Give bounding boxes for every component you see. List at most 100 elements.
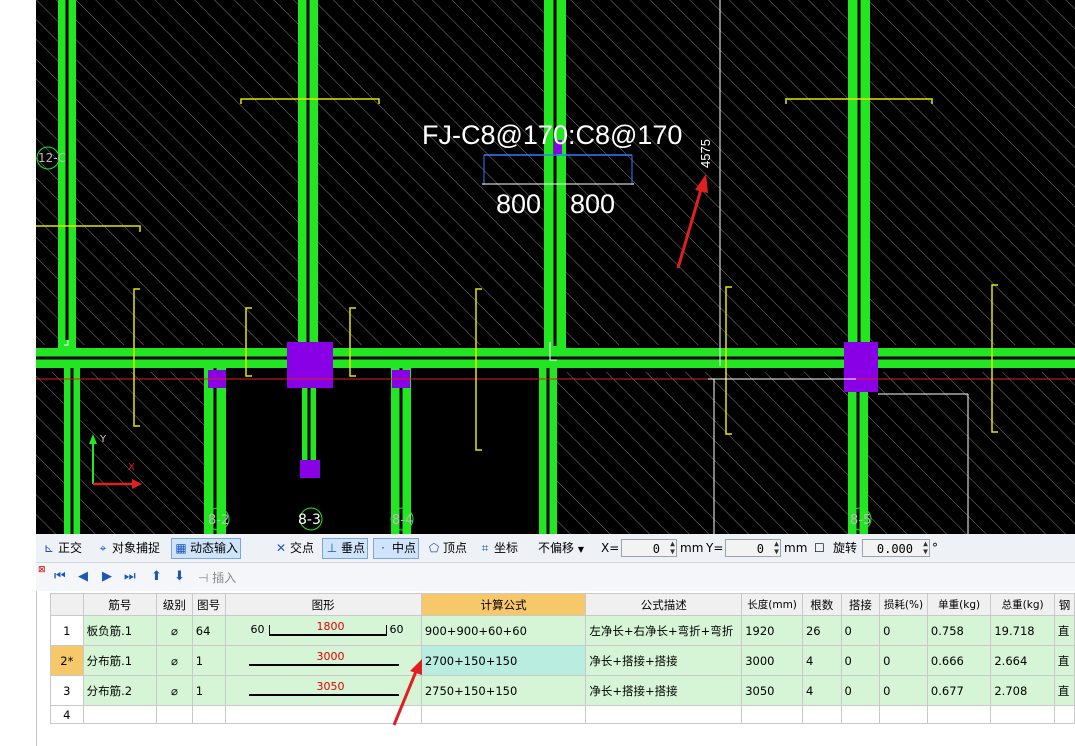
dynamic-input-toggle[interactable]: ▦ 动态输入 xyxy=(171,538,242,559)
header-cell[interactable]: 搭接 xyxy=(840,593,881,616)
cell-count[interactable]: 26 xyxy=(801,615,842,646)
row-number[interactable]: 4 xyxy=(50,705,84,724)
cell-type[interactable] xyxy=(1053,705,1075,724)
cell-name[interactable] xyxy=(82,705,158,724)
cell-formula[interactable]: 2750+150+150 xyxy=(420,675,587,706)
table-row[interactable]: 4 xyxy=(50,705,1075,724)
header-cell[interactable]: 公式描述 xyxy=(585,593,743,616)
cad-drawing-canvas[interactable]: FJ-C8@170:C8@170 800 800 4575 12-C 8-2 8… xyxy=(36,0,1075,534)
snap-vertex[interactable]: ⬠ 顶点 xyxy=(427,539,467,558)
cell-count[interactable] xyxy=(801,705,842,724)
rotate-input[interactable]: 0.000 ▲ ▼ xyxy=(862,539,930,557)
next-record-icon[interactable]: ▶ xyxy=(102,570,112,584)
cell-name[interactable]: 分布筋.1 xyxy=(82,645,158,676)
cell-figure[interactable] xyxy=(191,705,226,724)
cell-grade[interactable]: ⌀ xyxy=(156,615,193,646)
header-cell[interactable]: 单重(kg) xyxy=(926,593,992,616)
cell-length[interactable]: 1920 xyxy=(741,615,803,646)
header-cell[interactable]: 总重(kg) xyxy=(990,593,1055,616)
cell-length[interactable]: 3050 xyxy=(741,675,803,706)
rotate-checkbox[interactable]: ☐ xyxy=(814,539,825,558)
cell-grade[interactable]: ⌀ xyxy=(156,645,193,676)
cell-count[interactable]: 4 xyxy=(801,675,842,706)
cell-type[interactable]: 直 xyxy=(1053,615,1075,646)
cell-total-weight[interactable]: 2.708 xyxy=(990,675,1055,706)
cell-lap[interactable]: 0 xyxy=(840,645,881,676)
cell-description[interactable]: 左净长+右净长+弯折+弯折 xyxy=(585,615,743,646)
cell-shape[interactable]: 60 1800 60 xyxy=(224,615,422,646)
cell-formula[interactable] xyxy=(420,705,587,724)
cell-length[interactable] xyxy=(741,705,803,724)
y-label: Y= xyxy=(706,541,724,555)
spinner-icon[interactable]: ▲ ▼ xyxy=(774,540,779,556)
table-row[interactable]: 3 分布筋.2 ⌀ 1 3050 2750+150+150 净长+搭接+搭接 3… xyxy=(50,675,1075,706)
cell-name[interactable]: 分布筋.2 xyxy=(82,675,158,706)
x-coordinate-input[interactable]: 0 ▲ ▼ xyxy=(621,539,677,557)
header-cell[interactable]: 筋号 xyxy=(82,593,158,616)
cell-unit-weight[interactable]: 0.677 xyxy=(926,675,992,706)
cell-formula[interactable]: 2700+150+150 xyxy=(420,645,587,676)
ortho-toggle[interactable]: ⊾ 正交 xyxy=(42,539,82,558)
row-number[interactable]: 1 xyxy=(50,615,84,646)
cell-count[interactable]: 4 xyxy=(801,645,842,676)
row-number[interactable]: 3 xyxy=(50,675,84,706)
cell-unit-weight[interactable]: 0.666 xyxy=(926,645,992,676)
cell-figure[interactable]: 1 xyxy=(191,645,226,676)
snap-midpoint[interactable]: · 中点 xyxy=(373,538,420,559)
object-snap-toggle[interactable]: ⌖ 对象捕捉 xyxy=(96,539,160,558)
cell-loss[interactable]: 0 xyxy=(879,615,928,646)
cell-lap[interactable]: 0 xyxy=(840,615,881,646)
cell-total-weight[interactable] xyxy=(990,705,1055,724)
header-cell[interactable]: 钢 xyxy=(1053,593,1075,616)
row-number[interactable]: 2* xyxy=(50,645,84,676)
cell-length[interactable]: 3000 xyxy=(741,645,803,676)
panel-close-icon[interactable]: ⊠ xyxy=(38,565,46,575)
cell-loss[interactable]: 0 xyxy=(879,675,928,706)
snap-coordinate[interactable]: ⌗ 坐标 xyxy=(478,539,518,558)
cell-figure[interactable]: 1 xyxy=(191,675,226,706)
cell-lap[interactable] xyxy=(840,705,881,724)
cell-type[interactable]: 直 xyxy=(1053,675,1075,706)
cell-grade[interactable]: ⌀ xyxy=(156,675,193,706)
insert-button[interactable]: ⊣ 插入 xyxy=(198,569,236,588)
snap-perpendicular[interactable]: ⊥ 垂点 xyxy=(322,538,369,559)
cell-description[interactable] xyxy=(585,705,743,724)
cell-description[interactable]: 净长+搭接+搭接 xyxy=(585,675,743,706)
cell-unit-weight[interactable] xyxy=(926,705,992,724)
header-cell[interactable]: 级别 xyxy=(156,593,193,616)
spinner-icon[interactable]: ▲ ▼ xyxy=(670,540,675,556)
cell-unit-weight[interactable]: 0.758 xyxy=(926,615,992,646)
spinner-icon[interactable]: ▲ ▼ xyxy=(923,540,928,556)
header-cell[interactable]: 损耗(%) xyxy=(879,593,928,616)
insert-icon: ⊣ xyxy=(198,571,209,585)
y-coordinate-input[interactable]: 0 ▲ ▼ xyxy=(725,539,781,557)
header-cell-formula[interactable]: 计算公式 xyxy=(420,593,587,616)
cell-description[interactable]: 净长+搭接+搭接 xyxy=(585,645,743,676)
cell-total-weight[interactable]: 2.664 xyxy=(990,645,1055,676)
offset-select[interactable]: 不偏移 ▼ xyxy=(538,539,584,558)
table-row[interactable]: 1 板负筋.1 ⌀ 64 60 1800 60 900+900+60+60 左净… xyxy=(50,615,1075,646)
move-down-icon[interactable]: ⬇ xyxy=(174,570,185,584)
first-record-icon[interactable]: ⏮ xyxy=(54,570,66,584)
prev-record-icon[interactable]: ◀ xyxy=(78,570,88,584)
header-cell[interactable]: 长度(mm) xyxy=(741,593,803,616)
cell-loss[interactable] xyxy=(879,705,928,724)
header-cell[interactable]: 图号 xyxy=(191,593,226,616)
cell-loss[interactable]: 0 xyxy=(879,645,928,676)
cell-grade[interactable] xyxy=(156,705,193,724)
rebar-label[interactable]: FJ-C8@170:C8@170 xyxy=(422,120,682,150)
snap-intersection[interactable]: ✕ 交点 xyxy=(274,539,314,558)
cell-formula[interactable]: 900+900+60+60 xyxy=(420,615,587,646)
axis-label-8-2: 8-2 xyxy=(208,513,229,528)
cell-name[interactable]: 板负筋.1 xyxy=(82,615,158,646)
header-cell[interactable]: 根数 xyxy=(801,593,842,616)
table-row[interactable]: 2* 分布筋.1 ⌀ 1 3000 2700+150+150 净长+搭接+搭接 … xyxy=(50,645,1075,676)
cad-drawing[interactable]: FJ-C8@170:C8@170 800 800 4575 12-C 8-2 8… xyxy=(36,0,1075,534)
last-record-icon[interactable]: ⏭ xyxy=(124,570,136,584)
cell-lap[interactable]: 0 xyxy=(840,675,881,706)
cell-type[interactable]: 直 xyxy=(1053,645,1075,676)
cell-figure[interactable]: 64 xyxy=(191,615,226,646)
header-cell[interactable]: 图形 xyxy=(224,593,422,616)
move-up-icon[interactable]: ⬆ xyxy=(151,570,162,584)
cell-total-weight[interactable]: 19.718 xyxy=(990,615,1055,646)
